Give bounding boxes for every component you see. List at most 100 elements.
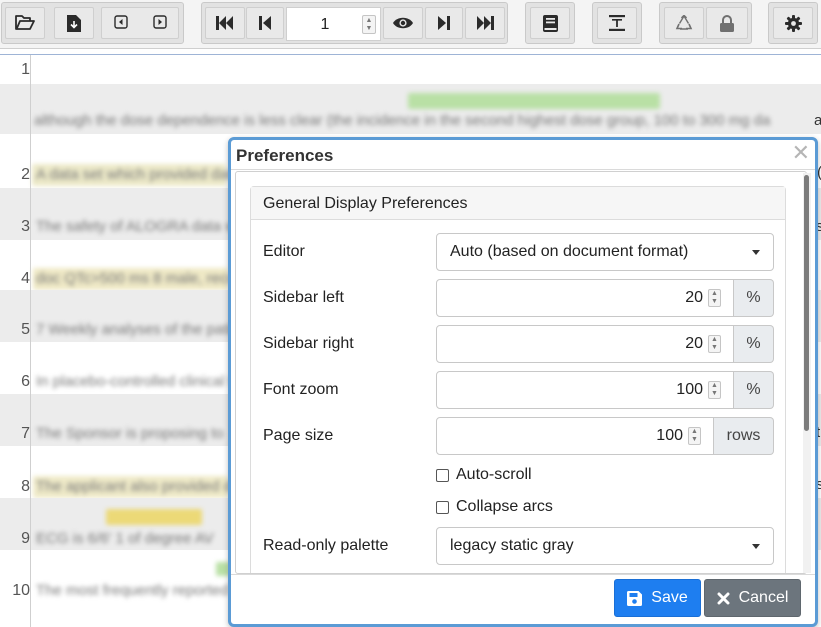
font-zoom-value: 100 (676, 381, 703, 398)
save-icon (627, 590, 643, 606)
page-size-value: 100 (656, 427, 683, 444)
sidebar-right-value: 20 (685, 335, 703, 352)
page-size-input[interactable]: 100 ▲ ▼ (436, 417, 714, 455)
eye-icon (393, 17, 413, 29)
page-number-input[interactable]: 1 ▲ ▼ (286, 7, 381, 41)
blurred-sentence: A data set which provided data (36, 166, 241, 183)
line-number-gutter (0, 55, 31, 627)
sidebar-left-value: 20 (685, 289, 703, 306)
lock-icon (720, 14, 734, 32)
toggle-view-button[interactable] (383, 7, 423, 39)
font-zoom-label: Font zoom (263, 381, 339, 398)
scrollbar-thumb[interactable] (804, 175, 809, 431)
sidebar-right-spinner[interactable]: ▲ ▼ (708, 335, 721, 353)
sidebar-right-unit: % (734, 325, 774, 363)
last-page-button[interactable] (465, 7, 505, 39)
collapse-right-button[interactable] (153, 15, 167, 29)
recycle-button[interactable] (664, 7, 704, 39)
file-toolbar-group (1, 2, 184, 44)
cancel-button-label: Cancel (738, 589, 789, 606)
spin-up-icon: ▲ (711, 382, 718, 389)
auto-scroll-label: Auto-scroll (456, 466, 532, 483)
folder-open-icon (15, 15, 35, 30)
font-zoom-input[interactable]: 100 ▲ ▼ (436, 371, 734, 409)
close-button[interactable]: ✕ (792, 141, 810, 165)
preferences-pane: General Display Preferences Editor Auto … (235, 171, 807, 574)
section-header: General Display Preferences (251, 187, 785, 220)
preferences-dialog: Preferences ✕ General Display Preference… (228, 137, 818, 627)
annotation-highlight[interactable] (408, 93, 660, 109)
page-size-spinner[interactable]: ▲ ▼ (688, 427, 701, 445)
text-toolbar-group (592, 2, 642, 44)
collapse-left-button[interactable] (114, 15, 128, 29)
toolbar-divider (0, 54, 821, 55)
blurred-sentence: The safety of ALOGRA data was (36, 218, 252, 235)
spin-up-icon: ▲ (691, 428, 698, 435)
collapse-left-icon (114, 15, 128, 29)
annotation-highlight[interactable] (106, 509, 202, 525)
footer-divider (231, 574, 815, 575)
blurred-sentence: In placebo-controlled clinical trials (36, 373, 261, 390)
spin-down-icon: ▼ (365, 24, 373, 32)
sidebar-left-unit: % (734, 279, 774, 317)
spin-down-icon: ▼ (711, 344, 718, 351)
close-icon (717, 592, 730, 604)
collapse-arcs-label: Collapse arcs (456, 498, 553, 515)
auto-scroll-option[interactable]: Auto-scroll (436, 466, 532, 484)
file-export-icon (67, 14, 81, 32)
collapse-arcs-checkbox[interactable] (436, 500, 449, 514)
book-toolbar-group (525, 2, 575, 44)
next-page-button[interactable] (425, 7, 463, 39)
collapse-right-icon (153, 15, 167, 29)
blurred-sentence: although the dose dependence is less cle… (34, 112, 771, 129)
sidebar-right-input[interactable]: 20 ▲ ▼ (436, 325, 734, 363)
editor-select-value: Auto (based on document format) (450, 243, 689, 260)
previous-page-icon (259, 16, 271, 30)
editor-label: Editor (263, 243, 305, 260)
lock-button[interactable] (706, 7, 748, 39)
export-file-button[interactable] (54, 7, 94, 39)
recycle-lock-toolbar-group (659, 2, 752, 44)
dialog-title: Preferences (236, 146, 334, 165)
collapse-group (101, 7, 179, 39)
editor-select[interactable]: Auto (based on document format) (436, 233, 774, 271)
blurred-sentence: The most frequently reported (36, 582, 229, 599)
blurred-sentence: 7 Weekly analyses of the patients (36, 321, 260, 338)
settings-button[interactable] (773, 7, 813, 39)
open-file-button[interactable] (5, 7, 45, 39)
spin-up-icon: ▲ (711, 336, 718, 343)
save-button[interactable]: Save (614, 579, 701, 617)
sidebar-left-input[interactable]: 20 ▲ ▼ (436, 279, 734, 317)
spin-up-icon: ▲ (711, 290, 718, 297)
edge-text: a (814, 112, 821, 129)
sidebar-left-spinner[interactable]: ▲ ▼ (708, 289, 721, 307)
font-zoom-spinner[interactable]: ▲ ▼ (708, 381, 721, 399)
toolbar: 1 ▲ ▼ (0, 0, 821, 49)
caret-down-icon (752, 250, 760, 255)
next-page-icon (438, 16, 450, 30)
dialog-scrollbar[interactable] (803, 173, 811, 573)
auto-scroll-checkbox[interactable] (436, 468, 449, 482)
gear-icon (784, 14, 802, 32)
title-divider (231, 169, 815, 170)
first-page-button[interactable] (205, 7, 245, 39)
cancel-button[interactable]: Cancel (704, 579, 801, 617)
font-zoom-unit: % (734, 371, 774, 409)
document-row[interactable]: although the dose dependence is less cle… (0, 84, 821, 134)
settings-toolbar-group (768, 2, 818, 44)
page-size-unit: rows (714, 417, 774, 455)
blurred-sentence: The Sponsor is proposing to (36, 425, 224, 442)
spin-down-icon: ▼ (711, 298, 718, 305)
blurred-sentence: ECG is 6/6' 1 of degree AV (36, 530, 214, 547)
spin-up-icon: ▲ (365, 16, 373, 24)
document-row[interactable]: 1 (0, 56, 821, 84)
collapse-arcs-option[interactable]: Collapse arcs (436, 498, 553, 516)
page-number-spinner[interactable]: ▲ ▼ (362, 15, 376, 34)
previous-page-button[interactable] (246, 7, 284, 39)
readonly-palette-select[interactable]: legacy static gray (436, 527, 774, 565)
book-icon (542, 14, 558, 32)
navigation-toolbar-group: 1 ▲ ▼ (201, 2, 508, 44)
text-height-button[interactable] (597, 7, 637, 39)
book-button[interactable] (530, 7, 570, 39)
last-page-icon (477, 16, 494, 30)
